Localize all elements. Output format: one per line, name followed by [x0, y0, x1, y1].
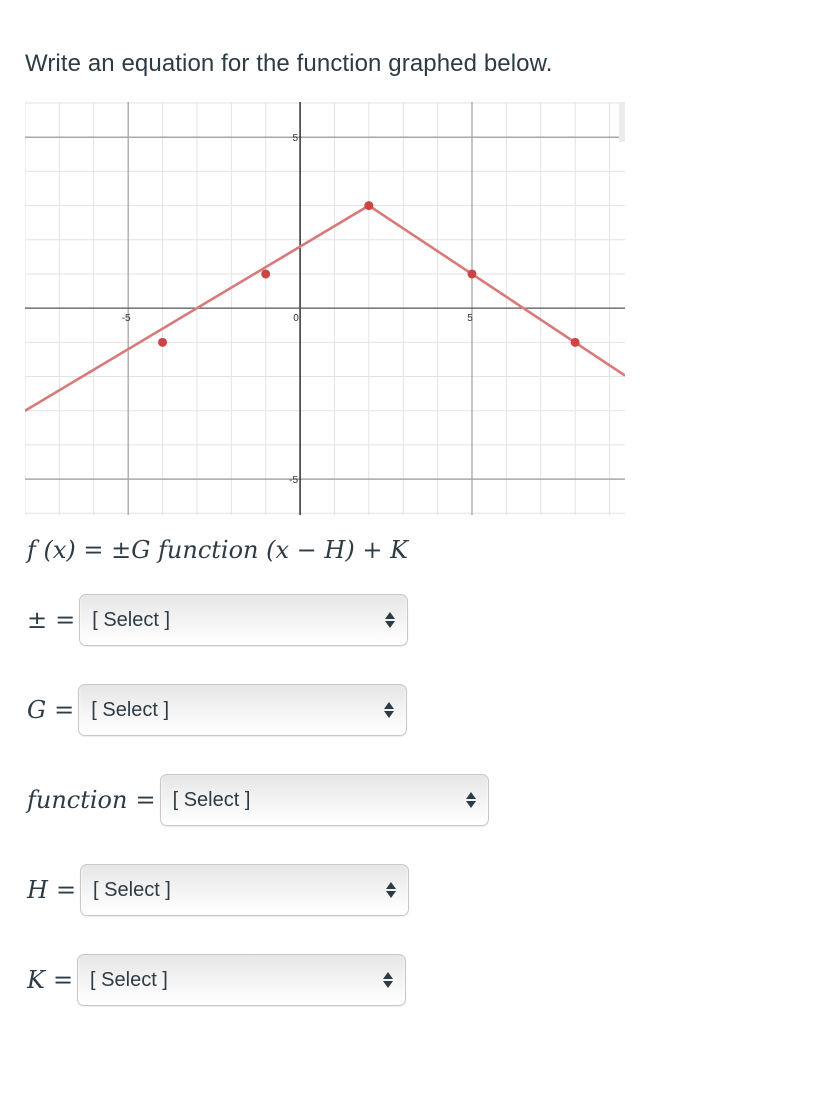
- equals-sign: =: [55, 876, 77, 904]
- select-value: [ Select ]: [92, 608, 171, 631]
- field-row-k: K = [ Select ]: [27, 954, 407, 1006]
- field-row-pm: ± = [ Select ]: [27, 594, 409, 646]
- data-point: [261, 269, 271, 279]
- equals-sign: =: [54, 696, 75, 724]
- select-value: [ Select ]: [90, 968, 168, 991]
- h-select[interactable]: [ Select ]: [80, 864, 410, 916]
- y-tick-label: 5: [293, 133, 299, 144]
- field-label: K: [27, 966, 45, 994]
- data-point: [158, 337, 168, 347]
- field-row-function: function = [ Select ]: [27, 774, 489, 826]
- pm-select[interactable]: [ Select ]: [79, 594, 409, 646]
- graph-scroll-edge: [619, 102, 625, 142]
- select-arrows-icon: [465, 792, 476, 808]
- y-tick-label: -5: [289, 475, 298, 486]
- equation-lhs: f (x) =: [27, 536, 112, 564]
- function-graph: -5 0 5 5 -5: [25, 102, 625, 515]
- equation-pm: ±: [111, 536, 132, 564]
- field-label: G: [27, 696, 47, 724]
- equals-sign: =: [52, 966, 74, 994]
- select-value: [ Select ]: [172, 788, 251, 811]
- g-select[interactable]: [ Select ]: [78, 684, 408, 736]
- function-select[interactable]: [ Select ]: [159, 774, 489, 826]
- graph-canvas: -5 0 5 5 -5: [25, 102, 625, 515]
- field-row-g: G = [ Select ]: [27, 684, 408, 736]
- field-label: ±: [27, 606, 48, 634]
- field-row-h: H = [ Select ]: [27, 864, 410, 916]
- x-tick-label: 5: [467, 313, 473, 324]
- field-label: H: [27, 876, 48, 904]
- question-prompt: Write an equation for the function graph…: [25, 50, 553, 77]
- select-arrows-icon: [386, 882, 397, 898]
- field-label: function: [27, 786, 128, 814]
- data-point: [467, 269, 477, 279]
- select-arrows-icon: [383, 972, 394, 988]
- select-arrows-icon: [384, 702, 395, 718]
- equals-sign: =: [135, 786, 156, 814]
- select-value: [ Select ]: [93, 878, 171, 901]
- equation-template: f (x) = ±G function (x − H) + K: [27, 536, 408, 564]
- equals-sign: =: [55, 606, 76, 634]
- data-point: [364, 201, 374, 211]
- select-value: [ Select ]: [91, 698, 170, 721]
- select-arrows-icon: [385, 612, 396, 628]
- k-select[interactable]: [ Select ]: [77, 954, 407, 1006]
- data-point: [570, 337, 580, 347]
- equation-rest: G function (x − H) + K: [131, 536, 408, 564]
- x-tick-label: 0: [293, 313, 299, 324]
- x-tick-label: -5: [122, 313, 131, 324]
